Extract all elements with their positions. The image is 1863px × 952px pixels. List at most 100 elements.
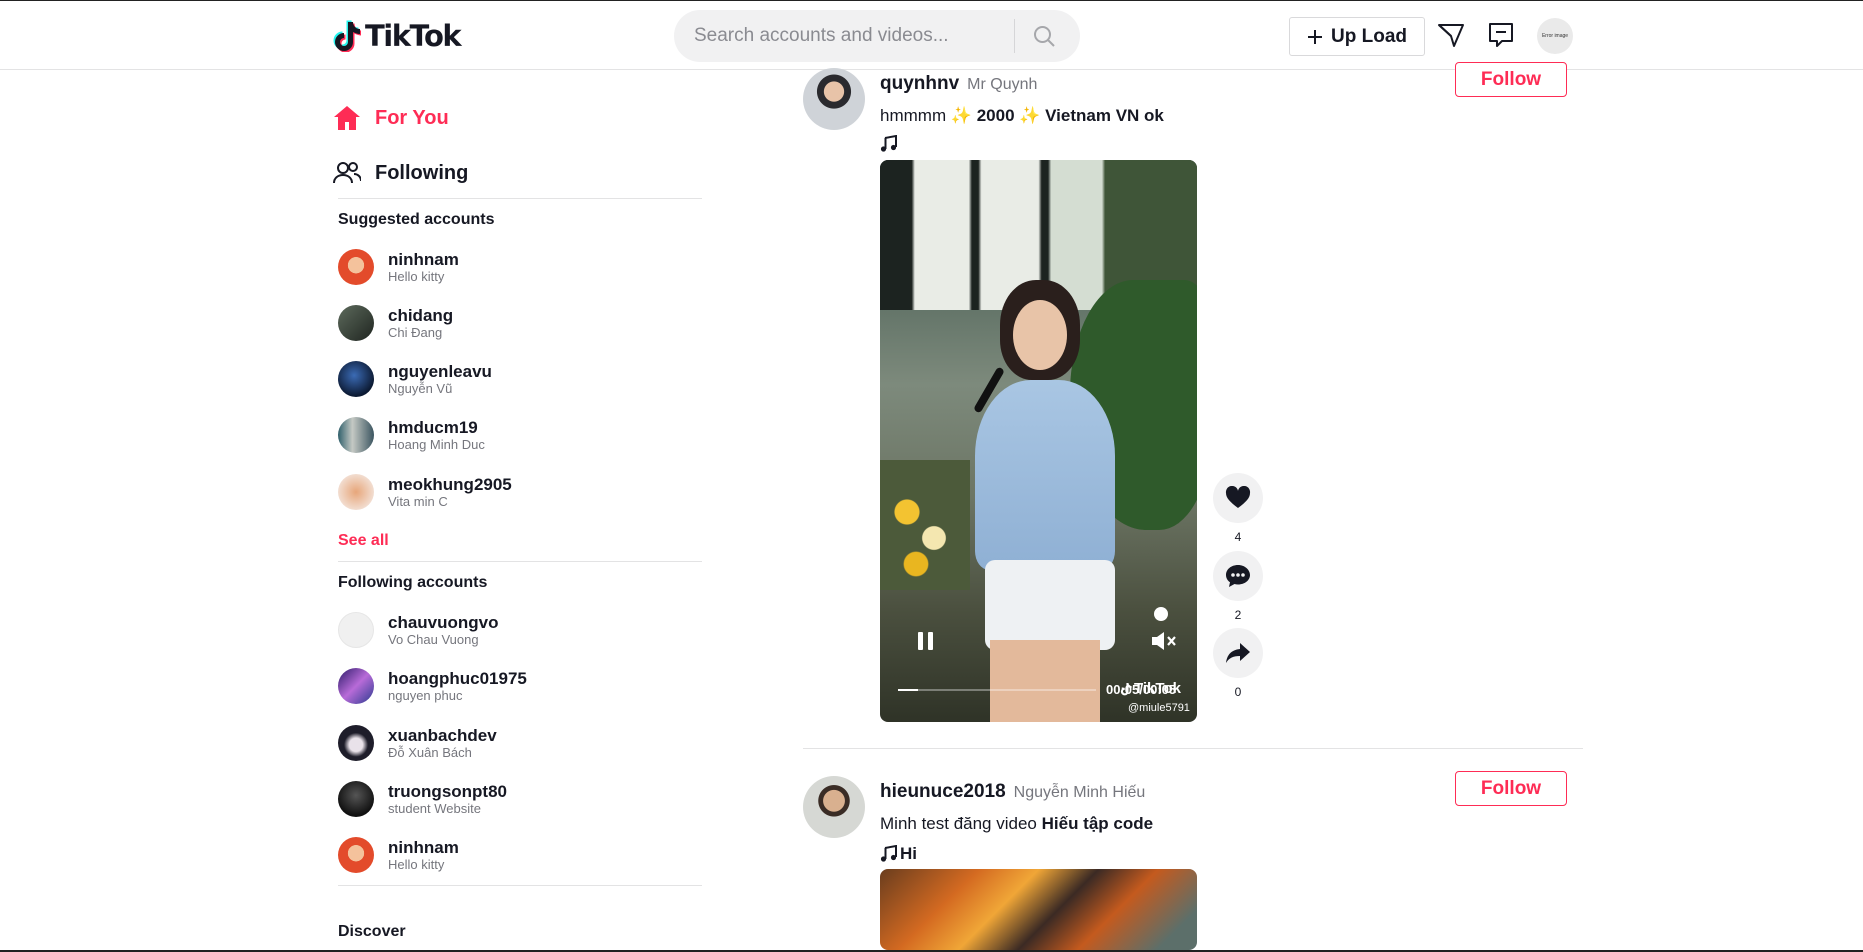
- users-icon: [333, 162, 361, 184]
- video-blouse: [975, 380, 1115, 570]
- avatar: [338, 361, 374, 397]
- following-account[interactable]: ninhnam Hello kitty: [338, 833, 459, 877]
- account-username: nguyenleavu: [388, 362, 492, 381]
- sidebar-divider: [338, 885, 702, 886]
- tiktok-note-icon: [1120, 682, 1132, 695]
- video-post: hieunuce2018 Nguyễn Minh Hiếu Minh test …: [803, 750, 1583, 950]
- comment-count: 2: [1234, 608, 1242, 622]
- follow-button[interactable]: Follow: [1455, 771, 1567, 806]
- account-username: ninhnam: [388, 250, 459, 269]
- video-flowers: [880, 460, 970, 590]
- caption-text: hmmmm: [880, 106, 951, 125]
- following-account[interactable]: hoangphuc01975 nguyen phuc: [338, 664, 527, 708]
- share-count: 0: [1234, 685, 1242, 699]
- post-nickname: Nguyễn Minh Hiếu: [1013, 784, 1146, 801]
- account-name: Đỗ Xuân Bách: [388, 745, 472, 760]
- account-username: chauvuongvo: [388, 613, 499, 632]
- account-name: Hello kitty: [388, 857, 445, 872]
- pause-button[interactable]: [916, 630, 936, 657]
- watermark-text: TikTok: [1134, 680, 1181, 697]
- suggested-account[interactable]: nguyenleavu Nguyễn Vũ: [338, 357, 492, 401]
- volume-slider-knob[interactable]: [1154, 607, 1168, 621]
- post-author[interactable]: quynhnv Mr Quynh: [880, 73, 1037, 95]
- following-account[interactable]: truongsonpt80 student Website: [338, 777, 507, 821]
- post-music[interactable]: Hi: [880, 844, 917, 864]
- account-name: Vo Chau Vuong: [388, 632, 479, 647]
- share-action: 0: [1212, 628, 1264, 699]
- discover-title: Discover: [338, 923, 406, 940]
- account-username: xuanbachdev: [388, 726, 497, 745]
- post-author[interactable]: hieunuce2018 Nguyễn Minh Hiếu: [880, 781, 1145, 803]
- sidebar: For You Following Suggested accounts nin…: [333, 70, 703, 952]
- account-name: Nguyễn Vũ: [388, 381, 453, 396]
- avatar: [338, 305, 374, 341]
- nav-following[interactable]: Following: [333, 159, 468, 187]
- comment-bubble-icon: [1226, 565, 1250, 587]
- sidebar-divider: [338, 561, 702, 562]
- account-name: student Website: [388, 801, 481, 816]
- nav-for-you[interactable]: For You: [333, 104, 449, 132]
- like-button[interactable]: [1213, 473, 1263, 523]
- nav-for-you-label: For You: [375, 106, 449, 129]
- comment-action: 2: [1212, 551, 1264, 622]
- share-arrow-icon: [1226, 643, 1250, 663]
- account-username: hmducm19: [388, 418, 478, 437]
- like-action: 4: [1212, 473, 1264, 544]
- following-accounts-title: Following accounts: [338, 574, 488, 591]
- suggested-account[interactable]: hmducm19 Hoang Minh Duc: [338, 413, 485, 457]
- music-note-icon: [880, 135, 897, 152]
- video-face: [1013, 300, 1067, 370]
- logo-text: TikTok: [365, 19, 462, 53]
- post-nickname: Mr Quynh: [967, 76, 1038, 93]
- heart-icon: [1225, 486, 1251, 508]
- music-title: Hi: [900, 844, 917, 863]
- suggested-accounts-title: Suggested accounts: [338, 211, 495, 228]
- pause-icon: [918, 632, 933, 650]
- avatar: [338, 781, 374, 817]
- video-player[interactable]: [880, 869, 1197, 950]
- post-author-avatar[interactable]: [803, 68, 865, 130]
- video-handle: @miule5791: [1128, 702, 1190, 714]
- music-note-icon: [880, 845, 897, 862]
- account-name: Chi Đang: [388, 325, 443, 340]
- suggested-account[interactable]: ninhnam Hello kitty: [338, 245, 459, 289]
- post-caption: hmmmm ✨ 2000 ✨ Vietnam VN ok: [880, 106, 1164, 126]
- post-music[interactable]: [880, 135, 900, 153]
- suggested-account[interactable]: meokhung2905 Vita min C: [338, 470, 512, 514]
- tiktok-logo[interactable]: TikTok: [333, 19, 462, 53]
- home-icon: [334, 106, 360, 130]
- suggested-account[interactable]: chidang Chi Đang: [338, 301, 453, 345]
- follow-button[interactable]: Follow: [1455, 62, 1567, 97]
- avatar: [338, 417, 374, 453]
- post-username: hieunuce2018: [880, 781, 1006, 802]
- share-button[interactable]: [1213, 628, 1263, 678]
- nav-following-label: Following: [375, 161, 469, 184]
- following-account[interactable]: chauvuongvo Vo Chau Vuong: [338, 608, 499, 652]
- see-all-link[interactable]: See all: [338, 532, 389, 550]
- avatar: [338, 837, 374, 873]
- post-author-avatar[interactable]: [803, 776, 865, 838]
- avatar: [338, 474, 374, 510]
- video-progress-fill: [898, 689, 918, 691]
- comment-button[interactable]: [1213, 551, 1263, 601]
- video-watermark: TikTok: [1120, 680, 1181, 697]
- account-username: hoangphuc01975: [388, 669, 527, 688]
- mute-button[interactable]: [1150, 630, 1178, 657]
- sidebar-divider: [338, 198, 702, 199]
- post-username: quynhnv: [880, 73, 960, 94]
- caption-hashtags: Hiếu tập code: [1041, 814, 1154, 833]
- account-username: meokhung2905: [388, 475, 512, 494]
- speaker-muted-icon: [1152, 632, 1176, 650]
- video-legs: [990, 640, 1100, 722]
- video-player[interactable]: 00:05/00:05 TikTok @miule5791: [880, 160, 1197, 722]
- caption-hashtags: ✨ 2000 ✨ Vietnam VN ok: [950, 106, 1164, 125]
- avatar: [338, 668, 374, 704]
- following-account[interactable]: xuanbachdev Đỗ Xuân Bách: [338, 721, 497, 765]
- account-username: truongsonpt80: [388, 782, 507, 801]
- video-post: quynhnv Mr Quynh hmmmm ✨ 2000 ✨ Vietnam …: [803, 0, 1583, 748]
- video-progress-track[interactable]: [898, 689, 1096, 691]
- tiktok-note-icon: [333, 20, 361, 52]
- account-name: Hoang Minh Duc: [388, 437, 485, 452]
- video-skirt: [985, 560, 1115, 650]
- post-divider: [803, 748, 1583, 749]
